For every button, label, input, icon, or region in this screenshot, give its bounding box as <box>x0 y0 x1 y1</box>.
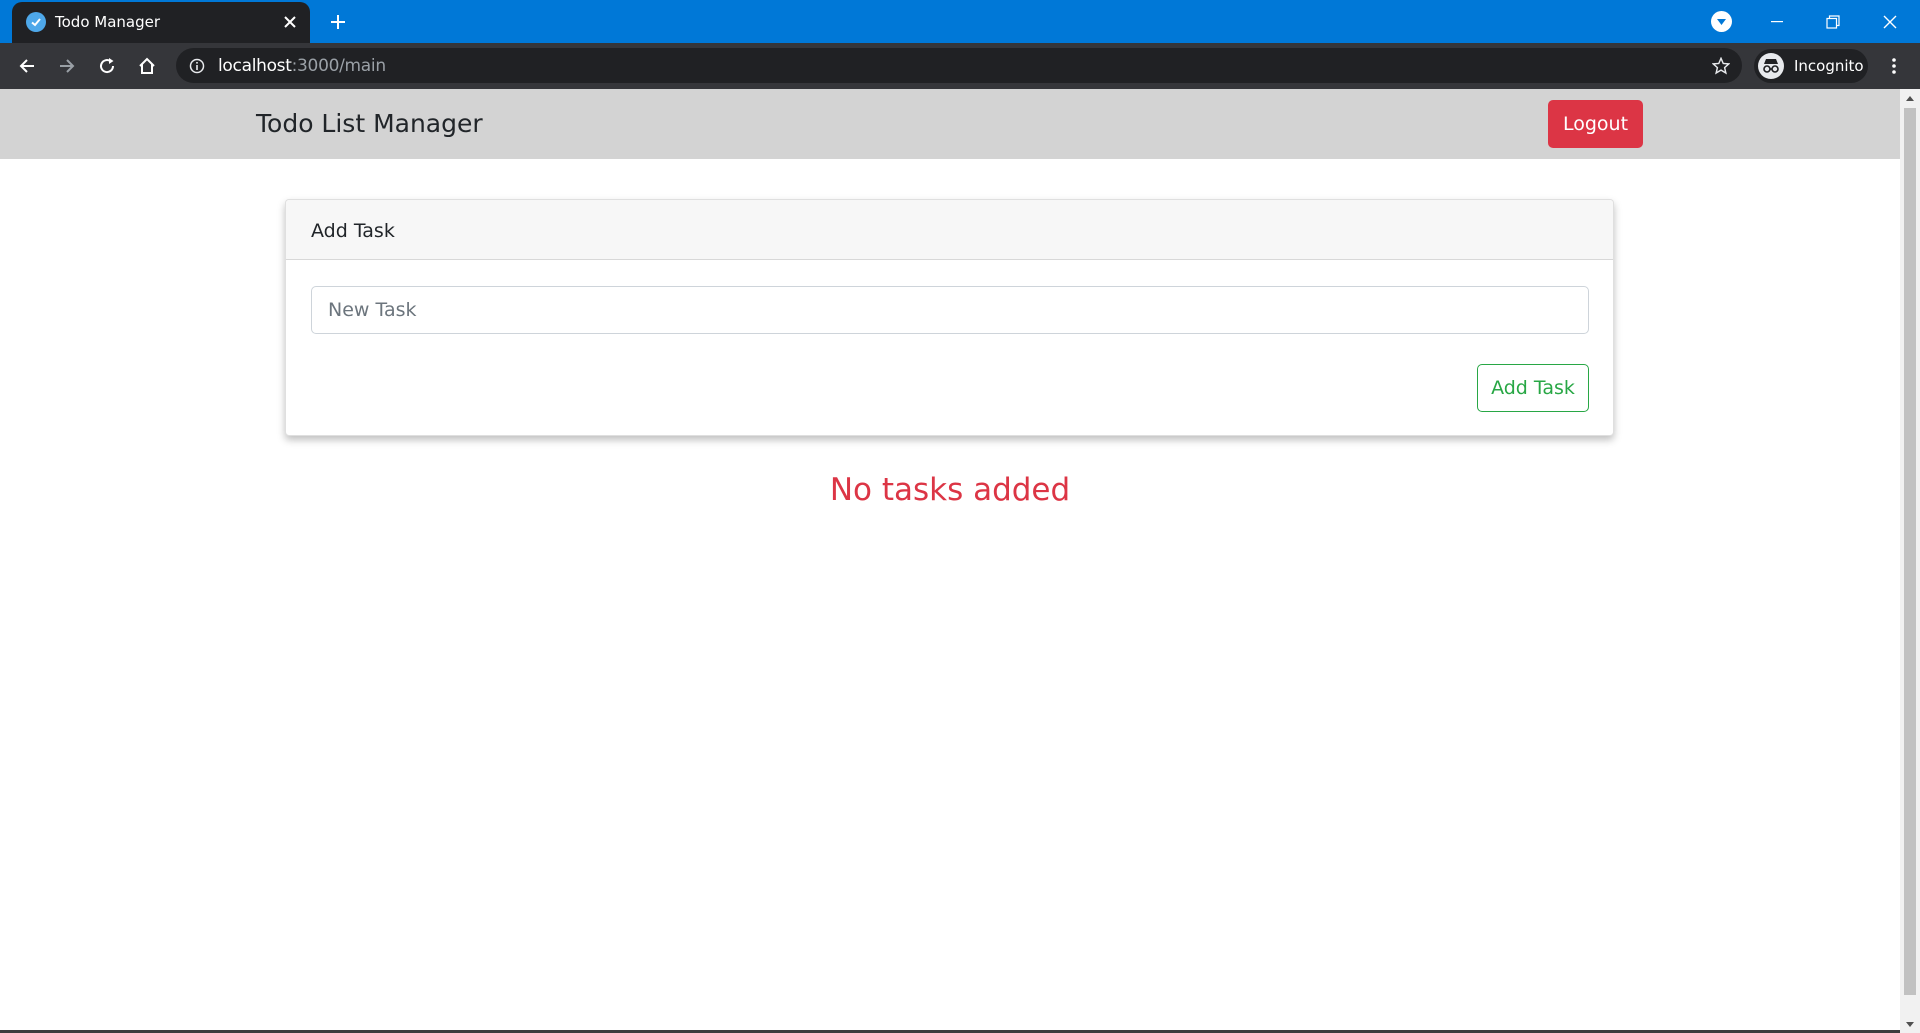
url-path: :3000/main <box>291 56 387 76</box>
arrow-left-icon[interactable] <box>12 51 42 81</box>
scroll-up-arrow-icon[interactable] <box>1900 89 1920 107</box>
more-vertical-icon[interactable] <box>1880 52 1908 80</box>
home-icon[interactable] <box>132 51 162 81</box>
new-task-input[interactable] <box>311 286 1589 334</box>
card-title: Add Task <box>311 220 395 242</box>
app-brand[interactable]: Todo List Manager <box>256 109 483 138</box>
add-task-button[interactable]: Add Task <box>1477 364 1589 412</box>
minimize-icon[interactable] <box>1749 0 1805 43</box>
reload-icon[interactable] <box>92 51 122 81</box>
add-task-card: Add Task Add Task <box>285 199 1614 436</box>
star-icon[interactable] <box>1710 55 1732 77</box>
page-scrollbar[interactable] <box>1900 89 1920 1033</box>
page-viewport: Todo List Manager Logout Add Task Add Ta… <box>0 89 1900 1033</box>
check-circle-icon <box>26 12 46 32</box>
incognito-icon <box>1758 53 1784 79</box>
scroll-down-arrow-icon[interactable] <box>1900 1015 1920 1033</box>
card-header: Add Task <box>286 200 1613 260</box>
browser-toolbar: localhost:3000/main Incognito <box>0 43 1920 89</box>
url-host: localhost <box>218 56 292 76</box>
url-text: localhost:3000/main <box>218 56 386 76</box>
scroll-thumb[interactable] <box>1904 108 1916 995</box>
info-icon[interactable] <box>188 57 205 74</box>
restore-icon[interactable] <box>1805 0 1861 43</box>
arrow-right-icon[interactable] <box>52 51 82 81</box>
empty-tasks-message: No tasks added <box>829 472 1071 508</box>
download-icon[interactable] <box>1711 11 1732 32</box>
browser-titlebar: Todo Manager <box>0 0 1920 43</box>
incognito-label: Incognito <box>1794 57 1864 75</box>
close-icon[interactable] <box>280 12 300 32</box>
address-bar[interactable]: localhost:3000/main <box>176 48 1742 83</box>
logout-button[interactable]: Logout <box>1548 100 1643 148</box>
browser-tab[interactable]: Todo Manager <box>12 2 310 43</box>
plus-icon[interactable] <box>326 10 350 34</box>
app-navbar: Todo List Manager Logout <box>0 89 1900 159</box>
tab-title: Todo Manager <box>55 13 161 31</box>
window-close-icon[interactable] <box>1862 0 1918 43</box>
incognito-profile-button[interactable]: Incognito <box>1754 49 1868 83</box>
